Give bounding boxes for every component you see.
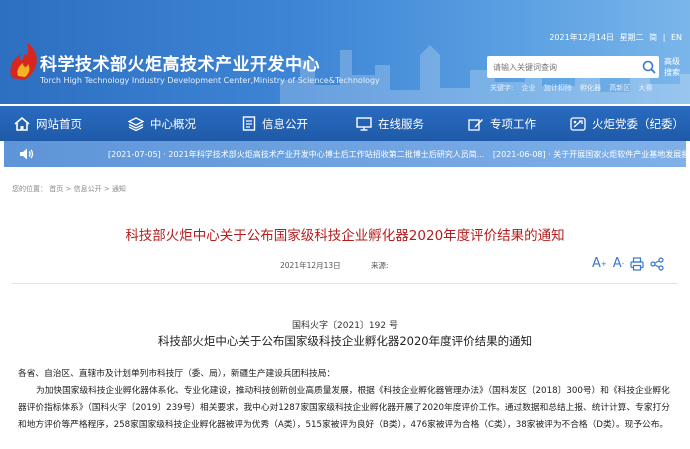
breadcrumb-prefix: 您的位置： (12, 185, 47, 193)
home-icon (14, 116, 30, 131)
nav-label: 专项工作 (490, 116, 536, 131)
notice-items: [2021-07-05] · 2021年科学技术部火炬高技术产业开发中心博士后工… (108, 149, 690, 160)
font-larger-button[interactable]: A + (592, 256, 607, 271)
nav-label: 信息公开 (262, 116, 308, 131)
nav-item-home[interactable]: 网站首页 (14, 106, 82, 141)
share-icon (650, 256, 664, 271)
nav-item-info-disclosure[interactable]: 信息公开 (242, 106, 308, 141)
print-button[interactable] (630, 256, 644, 271)
nav-item-online-service[interactable]: 在线服务 (356, 106, 424, 141)
nav-item-special-work[interactable]: 专项工作 (468, 106, 536, 141)
document-icon (242, 116, 256, 131)
lang-en-link[interactable]: EN (671, 33, 682, 42)
header-topbar: 2021年12月14日 星期二 简 | EN (546, 32, 682, 43)
nav-label: 中心概况 (150, 116, 196, 131)
notice-link[interactable]: [2021-07-05] · 2021年科学技术部火炬高技术产业开发中心博士后工… (108, 150, 484, 159)
article-date: 2021年12月13日 (280, 261, 341, 270)
search-box (487, 56, 659, 78)
breadcrumb: 您的位置： 首页 > 信息公开 > 通知 (12, 184, 126, 194)
keywords-label: 关键字: (490, 84, 514, 92)
nav-item-overview[interactable]: 中心概况 (128, 106, 196, 141)
font-larger-sign: + (600, 259, 607, 268)
monitor-icon (356, 116, 372, 131)
breadcrumb-separator: > (65, 185, 72, 193)
breadcrumb-section-link[interactable]: 信息公开 (74, 185, 102, 193)
document-title: 科技部火炬中心关于公布国家级科技企业孵化器2020年度评价结果的通知 (157, 334, 533, 348)
article-body: 各省、自治区、直辖市及计划单列市科技厅（委、局），新疆生产建设兵团科技局： 为加… (18, 366, 678, 434)
speaker-icon (20, 148, 34, 160)
font-smaller-label: A (612, 256, 622, 271)
nav-label: 火炬党委（纪委） (592, 116, 684, 131)
keyword-link[interactable]: 高新区 (609, 84, 630, 92)
share-button[interactable] (650, 256, 664, 271)
search-icon[interactable] (639, 57, 659, 77)
torch-logo-icon (10, 42, 37, 80)
font-larger-label: A (592, 256, 601, 271)
nav-item-party-committee[interactable]: 火炬党委（纪委） (570, 106, 684, 141)
document-number: 国科火字〔2021〕192 号 (292, 321, 398, 331)
font-smaller-sign: - (621, 259, 625, 268)
article-paragraph: 为加快国家级科技企业孵化器体系化、专业化建设，推动科技创新创业高质量发展，根据《… (18, 386, 670, 430)
lang-simplified-link[interactable]: 简 (649, 33, 657, 42)
site-title: 科学技术部火炬高技术产业开发中心 (40, 55, 320, 75)
article-divider (12, 283, 678, 284)
site-subtitle: Torch High Technology Industry Developme… (40, 76, 380, 85)
main-nav: 网站首页 中心概况 信息公开 在线服务 专项工作 火炬党委（纪委） (0, 106, 690, 141)
lang-divider: | (662, 33, 666, 42)
article-tools: A + A- (592, 256, 664, 271)
article-title: 科技部火炬中心关于公布国家级科技企业孵化器2020年度评价结果的通知 (125, 228, 565, 244)
notice-link[interactable]: [2021-06-08] · 关于开展国家火炬软件产业基地发展报 (493, 150, 689, 159)
site-header: 科学技术部火炬高技术产业开发中心 Torch High Technology I… (0, 0, 690, 104)
breadcrumb-current-link[interactable]: 通知 (112, 185, 126, 193)
printer-icon (630, 256, 644, 271)
search-input[interactable] (487, 56, 639, 78)
keyword-link[interactable]: 孵化器 (580, 84, 601, 92)
advanced-search-link[interactable]: 高级搜索 (664, 56, 686, 78)
hot-keywords: 关键字: 企业 加计扣除 孵化器 高新区 大赛 (490, 83, 659, 93)
article-source-label: 来源: (371, 261, 389, 270)
breadcrumb-home-link[interactable]: 首页 (49, 185, 63, 193)
keyword-link[interactable]: 加计扣除 (544, 84, 572, 92)
article-salutation: 各省、自治区、直辖市及计划单列市科技厅（委、局），新疆生产建设兵团科技局： (18, 369, 336, 379)
edit-icon (468, 118, 483, 131)
keyword-link[interactable]: 企业 (522, 84, 536, 92)
breadcrumb-separator: > (103, 185, 110, 193)
keyword-link[interactable]: 大赛 (639, 84, 653, 92)
nav-label: 在线服务 (378, 116, 424, 131)
current-date: 2021年12月14日 (549, 33, 615, 42)
current-weekday: 星期二 (619, 33, 644, 42)
layers-icon (128, 116, 144, 131)
font-smaller-button[interactable]: A- (613, 256, 624, 271)
nav-label: 网站首页 (36, 116, 82, 131)
party-icon (570, 116, 586, 131)
notice-ticker: [2021-07-05] · 2021年科学技术部火炬高技术产业开发中心博士后工… (4, 141, 689, 167)
